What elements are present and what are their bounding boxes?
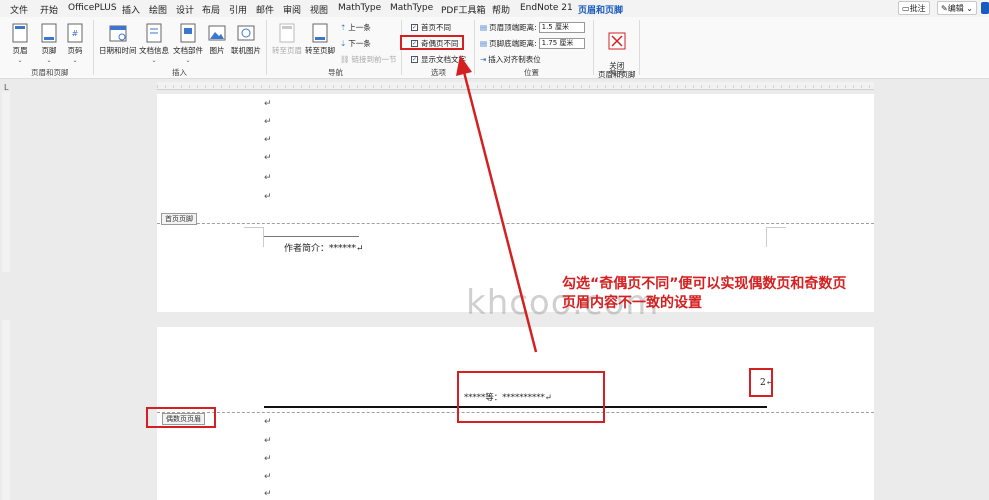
annotation-text: 勾选“奇偶页不同”便可以实现偶数页和奇数页 页眉内容不一致的设置 — [562, 276, 847, 311]
annotation-arrow — [456, 55, 538, 353]
